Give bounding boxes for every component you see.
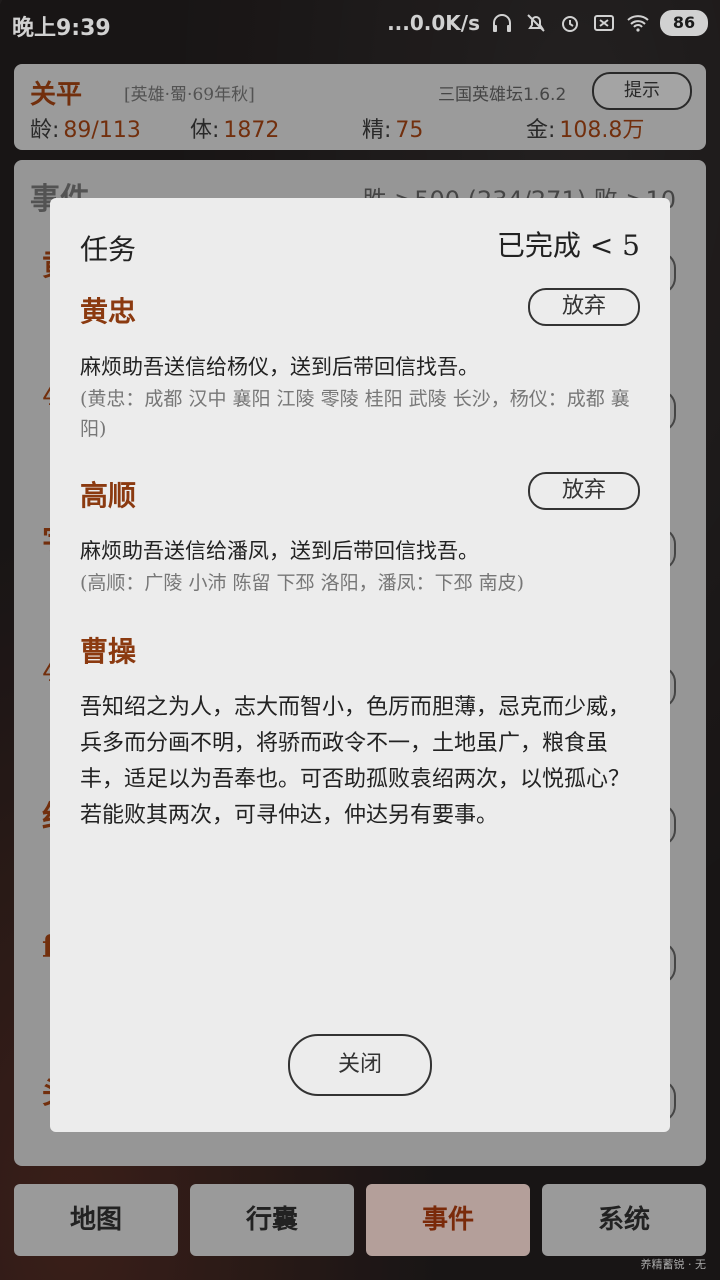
quest-completed-status: 已完成 < 5 — [496, 229, 640, 262]
quest-text: 吾知绍之为人，志大而智小，色厉而胆薄，忌克而少威，兵多而分画不明，将骄而政令不一… — [80, 695, 631, 828]
quest-item: 高顺 放弃 麻烦助吾送信给潘凤，送到后带回信找吾。 (高顺：广陵 小沛 陈留 下… — [80, 472, 640, 598]
quest-locations: (高顺：广陵 小沛 陈留 下邳 洛阳，潘凤：下邳 南皮) — [80, 572, 525, 594]
footer-status: 养精蓄锐 · 无 — [640, 1258, 707, 1271]
quest-item: 曹操 吾知绍之为人，志大而智小，色厉而胆薄，忌克而少威，兵多而分画不明，将骄而政… — [80, 630, 640, 834]
nav-system-button[interactable]: 系统 — [542, 1184, 706, 1256]
close-button[interactable]: 关闭 — [288, 1034, 432, 1096]
quest-text: 麻烦助吾送信给潘凤，送到后带回信找吾。 — [80, 539, 479, 563]
abandon-button[interactable]: 放弃 — [528, 472, 640, 510]
modal-title: 任务 — [80, 233, 137, 266]
abandon-button[interactable]: 放弃 — [528, 288, 640, 326]
quest-locations: (黄忠：成都 汉中 襄阳 江陵 零陵 桂阳 武陵 长沙，杨仪：成都 襄阳) — [80, 388, 630, 440]
quest-giver-name: 曹操 — [80, 635, 137, 668]
nav-map-button[interactable]: 地图 — [14, 1184, 178, 1256]
quest-text: 麻烦助吾送信给杨仪，送到后带回信找吾。 — [80, 355, 479, 379]
nav-events-button[interactable]: 事件 — [366, 1184, 530, 1256]
quest-item: 黄忠 放弃 麻烦助吾送信给杨仪，送到后带回信找吾。 (黄忠：成都 汉中 襄阳 江… — [80, 288, 640, 444]
quest-modal: 任务 已完成 < 5 黄忠 放弃 麻烦助吾送信给杨仪，送到后带回信找吾。 (黄忠… — [50, 198, 670, 1132]
nav-bag-button[interactable]: 行囊 — [190, 1184, 354, 1256]
